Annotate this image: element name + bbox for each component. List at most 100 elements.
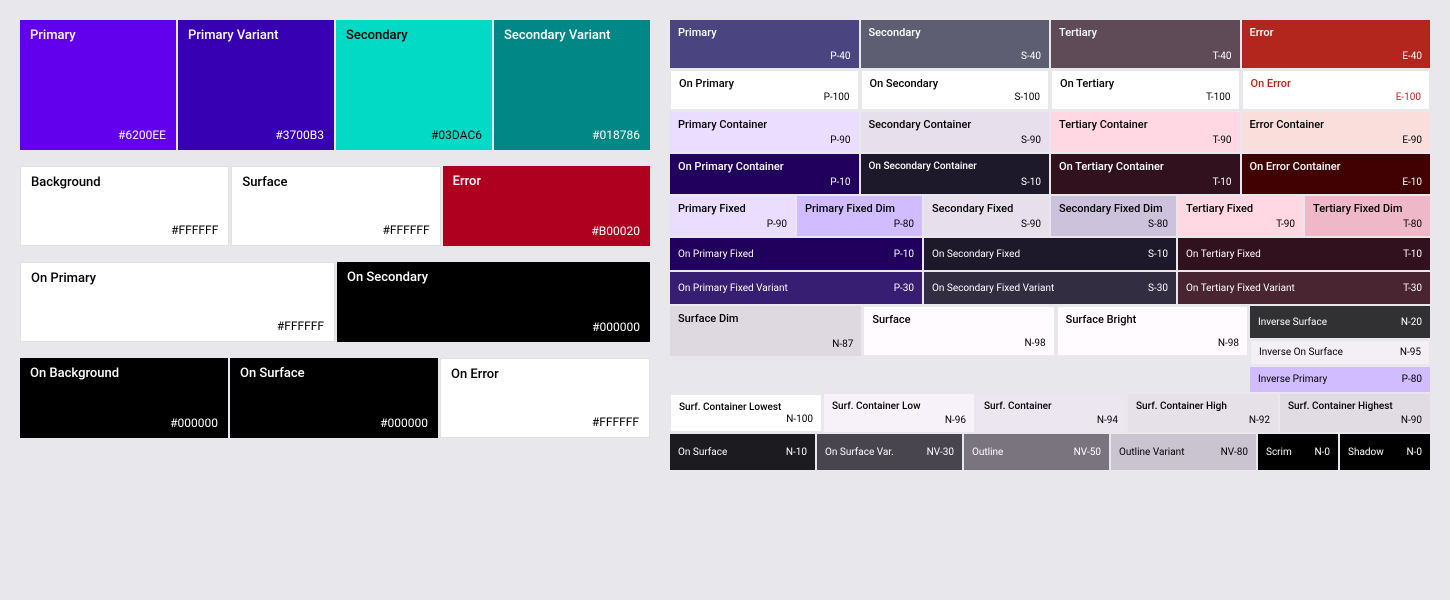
on-error-label: On Error [451, 367, 639, 384]
surf-container-low-code: N-96 [945, 415, 966, 426]
on-tertiary-container-cell: On Tertiary Container T-10 [1051, 154, 1240, 194]
on-background-swatch: On Background #000000 [20, 358, 228, 438]
surf-container-cell: Surf. Container N-94 [976, 394, 1126, 432]
tertiary-fixed-dim-code: T-80 [1403, 219, 1422, 230]
primary-cell-code: P-40 [830, 51, 850, 62]
tertiary-fixed-cell: Tertiary Fixed T-90 [1178, 196, 1303, 236]
on-error-right-cell: On Error E-100 [1242, 70, 1431, 110]
on-primary-fixed-col: On Primary Fixed P-10 On Primary Fixed V… [670, 238, 922, 304]
on-surface-var-code: NV-30 [927, 447, 954, 458]
on-primary-right-label: On Primary [679, 77, 850, 91]
inverse-primary-label: Inverse Primary [1258, 374, 1327, 385]
on-tertiary-fixed-col: On Tertiary Fixed T-10 On Tertiary Fixed… [1178, 238, 1430, 304]
secondary-fixed-code: S-90 [1021, 219, 1041, 230]
secondary-cell-code: S-40 [1021, 51, 1041, 62]
on-secondary-fixed-cell: On Secondary Fixed S-10 [924, 238, 1176, 270]
surface-dim-code: N-87 [832, 339, 853, 350]
on-row2: On Background #000000 On Surface #000000… [20, 358, 650, 438]
inverse-surface-col: Inverse Surface N-20 Inverse On Surface … [1250, 306, 1430, 392]
inverse-on-surface-code: N-95 [1400, 347, 1421, 358]
tertiary-container-cell: Tertiary Container T-90 [1051, 112, 1240, 152]
on-error-swatch: On Error #FFFFFF [440, 358, 650, 438]
scrim-code: N-0 [1314, 447, 1330, 458]
secondary-container-label: Secondary Container [869, 118, 1042, 132]
shadow-label: Shadow [1348, 447, 1384, 458]
scrim-cell: Scrim N-0 [1258, 434, 1338, 470]
surf-container-high-code: N-92 [1249, 415, 1270, 426]
on-secondary-right-code: S-100 [1014, 92, 1040, 103]
on-error-container-label: On Error Container [1250, 160, 1423, 174]
primary-fixed-dim-code: P-80 [894, 219, 914, 230]
primary-fixed-dim-cell: Primary Fixed Dim P-80 [797, 196, 922, 236]
on-row1: On Primary #FFFFFF On Secondary #000000 [20, 262, 650, 342]
outline-variant-cell: Outline Variant NV-80 [1111, 434, 1256, 470]
on-secondary-fixed-variant-label: On Secondary Fixed Variant [932, 283, 1054, 294]
outline-label: Outline [972, 447, 1003, 458]
primary-variant-hex: #3700B3 [275, 128, 324, 142]
tertiary-cell-code: T-40 [1213, 51, 1232, 62]
on-surface-right-cell: On Surface N-10 [670, 434, 815, 470]
surf-container-lowest-code: N-100 [786, 414, 813, 425]
inverse-surface-label: Inverse Surface [1258, 317, 1327, 328]
outline-variant-label: Outline Variant [1119, 447, 1184, 458]
secondary-fixed-dim-label: Secondary Fixed Dim [1059, 202, 1168, 216]
tertiary-cell-label: Tertiary [1059, 26, 1232, 40]
outline-code: NV-50 [1074, 447, 1101, 458]
surface-dim-cell: Surface Dim N-87 [670, 306, 861, 356]
on-secondary-right-label: On Secondary [870, 77, 1041, 91]
error-hex: #B00020 [591, 224, 640, 238]
shadow-cell: Shadow N-0 [1340, 434, 1430, 470]
inverse-surface-cell: Inverse Surface N-20 [1250, 306, 1430, 338]
surface-hex: #FFFFFF [382, 223, 429, 237]
surf-container-high-label: Surf. Container High [1136, 400, 1270, 413]
tertiary-cell: Tertiary T-40 [1051, 20, 1240, 68]
row4: On Primary Container P-10 On Secondary C… [670, 154, 1430, 194]
on-surface-right-code: N-10 [786, 447, 807, 458]
surf-container-highest-code: N-90 [1401, 415, 1422, 426]
primary-container-label: Primary Container [678, 118, 851, 132]
secondary-variant-swatch: Secondary Variant #018786 [494, 20, 650, 150]
primary-variant-label: Primary Variant [188, 28, 324, 45]
surf-container-low-cell: Surf. Container Low N-96 [824, 394, 974, 432]
surface-dim-label: Surface Dim [678, 312, 853, 326]
on-secondary-container-code: S-10 [1021, 177, 1041, 188]
secondary-fixed-cell: Secondary Fixed S-90 [924, 196, 1049, 236]
row1: Primary P-40 Secondary S-40 Tertiary T-4… [670, 20, 1430, 68]
inverse-primary-cell: Inverse Primary P-80 [1250, 367, 1430, 392]
shadow-code: N-0 [1406, 447, 1422, 458]
on-tertiary-right-cell: On Tertiary T-100 [1051, 70, 1240, 110]
surface-cell-code: N-98 [1025, 338, 1046, 349]
on-secondary-container-label: On Secondary Container [869, 160, 1042, 173]
secondary-fixed-dim-cell: Secondary Fixed Dim S-80 [1051, 196, 1176, 236]
row5: Primary Fixed P-90 Primary Fixed Dim P-8… [670, 196, 1430, 236]
background-hex: #FFFFFF [171, 223, 218, 237]
tertiary-container-label: Tertiary Container [1059, 118, 1232, 132]
tertiary-fixed-dim-cell: Tertiary Fixed Dim T-80 [1305, 196, 1430, 236]
inverse-surface-code: N-20 [1401, 317, 1422, 328]
primary-cell: Primary P-40 [670, 20, 859, 68]
row67-wrapper: On Primary Fixed P-10 On Primary Fixed V… [670, 238, 1430, 304]
row2: On Primary P-100 On Secondary S-100 On T… [670, 70, 1430, 110]
left-panel: Primary #6200EE Primary Variant #3700B3 … [20, 20, 650, 580]
background-swatch: Background #FFFFFF [20, 166, 229, 246]
primary-label: Primary [30, 28, 166, 45]
primary-swatch: Primary #6200EE [20, 20, 176, 150]
on-secondary-fixed-col: On Secondary Fixed S-10 On Secondary Fix… [924, 238, 1176, 304]
on-secondary-hex: #000000 [592, 320, 640, 334]
surface-bright-col: Surface Bright N-98 [1057, 306, 1248, 392]
error-container-code: E-90 [1402, 135, 1422, 146]
on-primary-container-label: On Primary Container [678, 160, 851, 174]
on-secondary-swatch: On Secondary #000000 [337, 262, 650, 342]
scrim-label: Scrim [1266, 447, 1292, 458]
error-swatch: Error #B00020 [443, 166, 650, 246]
right-panel: Primary P-40 Secondary S-40 Tertiary T-4… [670, 20, 1430, 580]
primary-container-code: P-90 [830, 135, 850, 146]
secondary-cell: Secondary S-40 [861, 20, 1050, 68]
on-background-hex: #000000 [170, 416, 218, 430]
secondary-container-cell: Secondary Container S-90 [861, 112, 1050, 152]
surf-container-lowest-label: Surf. Container Lowest [679, 401, 813, 414]
surf-container-highest-cell: Surf. Container Highest N-90 [1280, 394, 1430, 432]
on-tertiary-right-label: On Tertiary [1060, 77, 1231, 91]
on-primary-fixed-cell: On Primary Fixed P-10 [670, 238, 922, 270]
error-right-cell: Error E-40 [1242, 20, 1431, 68]
